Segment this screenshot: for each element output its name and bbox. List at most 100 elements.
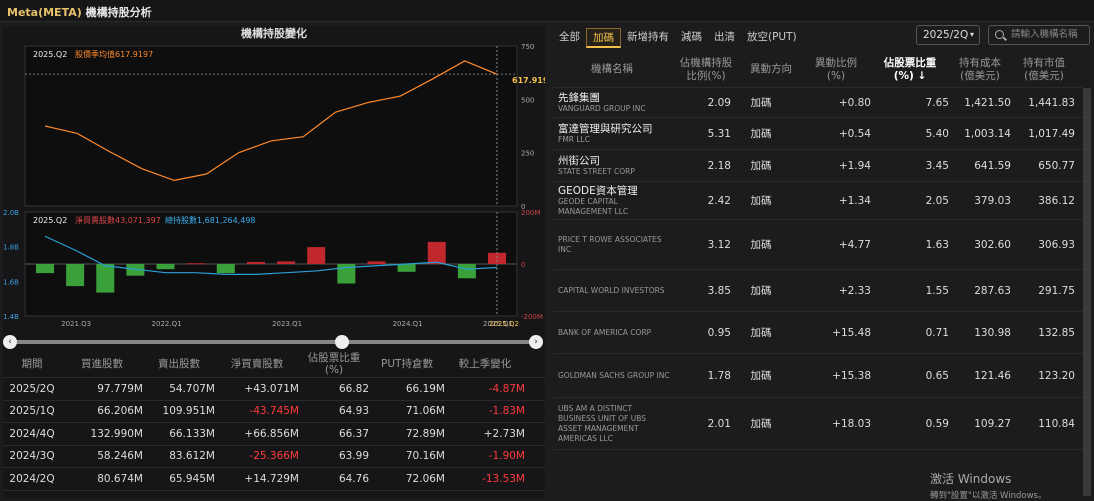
net-shares-bar — [216, 264, 235, 274]
net-shares-bar — [66, 264, 85, 287]
holding-x-tick: 2022.Q1 — [152, 320, 182, 328]
cell-value: 291.75 — [1038, 284, 1075, 297]
institution-row[interactable]: GOLDMAN SACHS GROUP INC 1.78 加碼 +15.38 0.65 1… — [553, 354, 1083, 398]
watermark-title: 激活 Windows — [930, 472, 1012, 486]
range-prev-icon[interactable]: ‹ — [3, 335, 17, 349]
net-shares-bar — [427, 241, 446, 264]
panel-title: 機構持股變化 — [241, 27, 307, 40]
cell-cost: 379.03 — [974, 194, 1011, 207]
cell-buy: 132.990M — [90, 427, 143, 440]
price-legend: 股價季均值617.9197 — [75, 49, 153, 59]
institution-name-en: VANGUARD GROUP INC — [558, 103, 646, 113]
cell-dir: 加碼 — [750, 370, 772, 382]
institution-name-cn: GEODE資本管理 — [558, 184, 638, 197]
cell-qoq: +2.73M — [483, 427, 525, 440]
tab-new[interactable]: 新增持有 — [621, 28, 675, 48]
cell-buy: 66.206M — [97, 405, 143, 418]
th-name[interactable]: 機構名稱 — [553, 63, 671, 76]
institution-row[interactable]: 先鋒集團 VANGUARD GROUP INC 2.09 加碼 +0.80 7.65 1,4… — [553, 88, 1083, 118]
cell-cost: 1,421.50 — [964, 96, 1011, 109]
institution-name-en: STATE STREET CORP — [558, 166, 635, 176]
th-direction[interactable]: 異動方向 — [741, 63, 801, 76]
institution-row[interactable]: 州街公司 STATE STREET CORP 2.18 加碼 +1.94 3.45 641.… — [553, 150, 1083, 182]
total-shares-legend: 總持股數1,681,264,498 — [165, 215, 256, 225]
net-shares-bar — [277, 261, 296, 264]
net-shares-legend: 淨買賣股數43,071,397 — [75, 215, 161, 225]
cell-value: 386.12 — [1038, 194, 1075, 207]
net-shares-bar — [307, 247, 326, 264]
institution-name: 州街公司 STATE STREET CORP — [553, 155, 671, 177]
cell-qoq: -13.53M — [482, 472, 525, 485]
search-input[interactable]: 請輸入機構名稱 — [988, 25, 1090, 45]
institution-name-en: GEODE CAPITAL MANAGEMENT LLC — [558, 196, 629, 216]
cell-dir: 加碼 — [750, 239, 772, 251]
cell-dir: 加碼 — [750, 195, 772, 207]
cell-sell: 66.133M — [169, 427, 215, 440]
cell-net: -43.745M — [249, 405, 299, 418]
th-inst-pct[interactable]: 佔機構持股比例(%) — [671, 57, 741, 83]
cell-dir: 加碼 — [750, 418, 772, 430]
institution-row[interactable]: UBS AM A DISTINCT BUSINESS UNIT OF UBS A… — [553, 398, 1083, 450]
tab-decrease[interactable]: 減碼 — [675, 28, 708, 48]
institution-name: GEODE資本管理 GEODE CAPITAL MANAGEMENT LLC — [553, 185, 671, 217]
watermark-subtitle: 轉到"設置"以激活 Windows。 — [930, 491, 1047, 501]
institution-name-cn: 州街公司 — [558, 154, 600, 167]
cell-dir: 加碼 — [750, 327, 772, 339]
net-shares-bar — [457, 264, 476, 279]
net-shares-bar — [186, 263, 205, 265]
institution-table-header: 機構名稱 佔機構持股比例(%) 異動方向 異動比例(%) 佔股票比重(%) ↓ … — [553, 52, 1083, 88]
cell-period: 2024/4Q — [9, 427, 55, 440]
institution-name: PRICE T ROWE ASSOCIATES INC — [553, 235, 671, 255]
tab-all[interactable]: 全部 — [553, 28, 586, 48]
cell-share: 3.45 — [925, 159, 949, 172]
institution-name: UBS AM A DISTINCT BUSINESS UNIT OF UBS A… — [553, 404, 671, 444]
cell-chg: +4.77 — [838, 238, 871, 251]
th-change[interactable]: 異動比例(%) — [801, 57, 871, 83]
table-row: 2024/3Q 58.246M 83.612M -25.366M 63.99 70.16M… — [3, 446, 545, 468]
range-scroll-track[interactable] — [15, 340, 531, 344]
th-stock-share[interactable]: 佔股票比重(%) ↓ — [871, 57, 949, 83]
table-row: 2024/2Q 80.674M 65.945M +14.729M 64.76 72.06M… — [3, 468, 545, 491]
institution-row[interactable]: BANK OF AMERICA CORP 0.95 加碼 +15.48 0.71 130.… — [553, 312, 1083, 354]
holding-x-tick: 2021.Q3 — [61, 320, 91, 328]
institution-name-en: UBS AM A DISTINCT BUSINESS UNIT OF UBS A… — [558, 403, 647, 443]
th-cost[interactable]: 持有成本(億美元) — [949, 57, 1011, 83]
cell-sell: 83.612M — [169, 450, 215, 463]
cell-share: 66.82 — [338, 382, 369, 395]
holding-x-highlight: 2025.Q2 — [489, 320, 519, 328]
tab-increase[interactable]: 加碼 — [586, 28, 621, 48]
cell-buy: 97.779M — [97, 382, 143, 395]
cell-dir: 加碼 — [750, 285, 772, 297]
cell-cost: 121.46 — [974, 369, 1011, 382]
cell-dir: 加碼 — [750, 128, 772, 140]
cell-share: 66.37 — [338, 427, 369, 440]
app-title: Meta(META) 機構持股分析 — [7, 6, 152, 19]
institution-name: CAPITAL WORLD INVESTORS — [553, 286, 671, 296]
holding-x-tick: 2024.Q1 — [393, 320, 423, 328]
institution-row[interactable]: 富達管理與研究公司 FMR LLC 5.31 加碼 +0.54 5.40 1,003.14 1… — [553, 118, 1083, 150]
th-net: 淨買賣股數 — [230, 357, 284, 370]
institution-row[interactable]: CAPITAL WORLD INVESTORS 3.85 加碼 +2.33 1.55 28… — [553, 270, 1083, 312]
range-handle-left[interactable] — [335, 335, 349, 349]
range-next-icon[interactable]: › — [529, 335, 543, 349]
cell-pct: 3.85 — [707, 284, 731, 297]
cell-share: 64.76 — [338, 472, 369, 485]
cell-value: 306.93 — [1038, 238, 1075, 251]
vertical-scrollbar[interactable] — [1083, 88, 1091, 496]
cell-put: 71.06M — [405, 405, 445, 418]
search-icon — [995, 30, 1004, 39]
period-select[interactable]: 2025/2Q ▾ — [916, 25, 980, 45]
holding-period-tag: 2025.Q2 — [33, 216, 67, 225]
th-value[interactable]: 持有市值(億美元) — [1011, 57, 1077, 83]
tab-exit[interactable]: 出清 — [708, 28, 741, 48]
range-scroller[interactable]: › ‹ — [3, 334, 545, 350]
tab-put[interactable]: 放空(PUT) — [741, 28, 803, 48]
period-table: 期間 買進股數 賣出股數 淨買賣股數 佔股票比重(%) PUT持倉數 較上季變化… — [3, 350, 545, 491]
windows-activation-watermark: 激活 Windows 轉到"設置"以激活 Windows。 — [930, 470, 1046, 501]
cell-pct: 2.09 — [707, 96, 731, 109]
institution-name-en: CAPITAL WORLD INVESTORS — [558, 285, 665, 295]
cell-share: 64.93 — [338, 405, 369, 418]
cell-pct: 3.12 — [707, 238, 731, 251]
institution-row[interactable]: GEODE資本管理 GEODE CAPITAL MANAGEMENT LLC 2.4… — [553, 182, 1083, 220]
institution-row[interactable]: PRICE T ROWE ASSOCIATES INC 3.12 加碼 +4.77 1.… — [553, 220, 1083, 270]
